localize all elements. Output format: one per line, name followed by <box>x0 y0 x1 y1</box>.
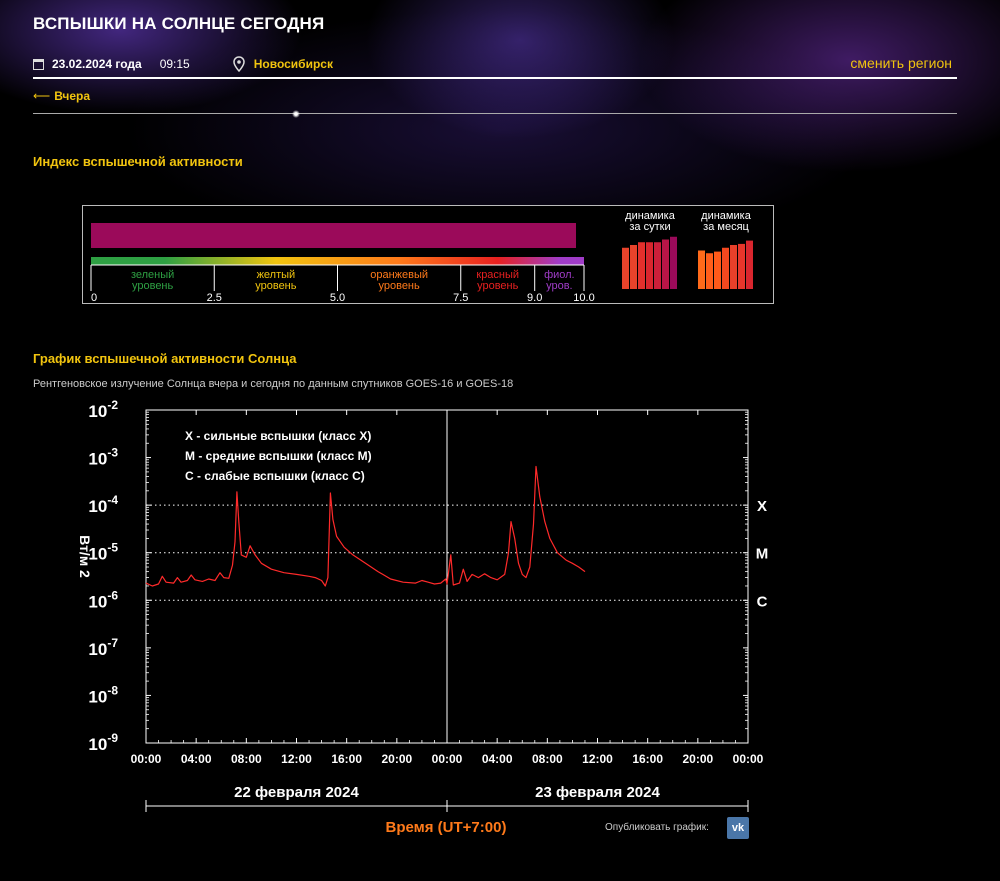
xray-flux-chart: 10-210-310-410-510-610-710-810-9Вт/м 2XM… <box>77 398 769 835</box>
level-label-line2: уровень <box>255 280 297 292</box>
legend-entry: X - сильные вспышки (класс X) <box>185 429 371 443</box>
monthly-bar <box>706 253 713 289</box>
nav-divider <box>33 113 957 114</box>
day-label: 23 февраля 2024 <box>535 784 660 801</box>
y-tick-label: 10-4 <box>88 493 118 516</box>
daily-bar <box>654 242 661 289</box>
level-label-line2: уровень <box>477 280 519 292</box>
star-sparkle <box>292 110 300 118</box>
header-divider <box>33 77 957 79</box>
current-time: 09:15 <box>159 57 190 71</box>
publish-label: Опубликовать график: <box>605 822 709 833</box>
yesterday-link[interactable]: ⟵ Вчера <box>33 89 90 103</box>
yesterday-label: Вчера <box>54 89 91 103</box>
flare-index-heading: Индекс вспышечной активности <box>33 154 243 169</box>
x-tick-label: 00:00 <box>733 752 764 766</box>
y-tick-label: 10-7 <box>88 636 118 659</box>
y-tick-label: 10-3 <box>88 446 118 469</box>
x-axis-label: Время (UT+7:00) <box>386 819 507 835</box>
scale-tick-label: 9.0 <box>527 292 542 303</box>
daily-label-line2: за сутки <box>629 221 670 233</box>
daily-bar <box>622 247 629 289</box>
level-label-line2: уровень <box>132 280 174 292</box>
monthly-bar <box>730 245 737 289</box>
y-tick-label: 10-8 <box>88 683 118 706</box>
y-tick-label: 10-2 <box>88 398 118 421</box>
monthly-bar <box>714 251 721 289</box>
x-tick-label: 16:00 <box>331 752 362 766</box>
day-label: 22 февраля 2024 <box>234 784 359 801</box>
scale-tick-label: 7.5 <box>453 292 468 303</box>
calendar-icon <box>33 58 44 70</box>
daily-bar <box>646 242 653 289</box>
class-label-c: C <box>757 593 768 610</box>
class-label-x: X <box>757 498 767 515</box>
x-tick-label: 04:00 <box>482 752 513 766</box>
current-date: 23.02.2024 года <box>52 57 142 71</box>
city-link[interactable]: Новосибирск <box>254 57 333 71</box>
legend-entry: M - средние вспышки (класс M) <box>185 449 372 463</box>
monthly-bar <box>738 243 745 289</box>
x-tick-label: 08:00 <box>231 752 262 766</box>
level-gradient-scale <box>91 257 584 265</box>
y-tick-label: 10-9 <box>88 731 118 754</box>
arrow-left-icon: ⟵ <box>33 89 51 103</box>
x-tick-label: 00:00 <box>432 752 463 766</box>
level-label-line2: уровень <box>378 280 420 292</box>
x-tick-label: 12:00 <box>281 752 312 766</box>
daily-bar <box>638 242 645 289</box>
x-tick-label: 08:00 <box>532 752 563 766</box>
location-pin-icon <box>232 56 245 72</box>
change-region-link[interactable]: сменить регион <box>850 55 952 71</box>
monthly-label-line2: за месяц <box>703 221 749 233</box>
flare-graph-subtitle: Рентгеновское излучение Солнца вчера и с… <box>33 378 514 390</box>
flare-index-panel: зеленый уровень желтый уровень оранжевый уров… <box>82 205 774 304</box>
x-tick-label: 00:00 <box>131 752 162 766</box>
y-axis-label: Вт/м 2 <box>77 535 93 578</box>
flare-index-graphic: зеленыйуровеньжелтыйуровеньоранжевыйуров… <box>90 210 753 304</box>
y-tick-label: 10-6 <box>88 588 118 611</box>
legend-entry: C - слабые вспышки (класс C) <box>185 469 365 483</box>
daily-bar <box>662 239 669 289</box>
class-label-m: M <box>756 546 769 563</box>
page-title: Вспышки на Солнце сегодня <box>33 14 325 33</box>
x-tick-label: 16:00 <box>632 752 663 766</box>
monthly-bar <box>722 247 729 289</box>
daily-bar <box>630 245 637 289</box>
x-tick-label: 20:00 <box>682 752 713 766</box>
scale-tick-label: 10.0 <box>573 292 594 303</box>
vk-share-button[interactable]: vk <box>727 817 749 839</box>
flare-index-bar <box>91 223 576 248</box>
level-label-line2: уров. <box>546 280 573 292</box>
date-location-bar: 23.02.2024 года 09:15 Новосибирск <box>33 56 333 72</box>
monthly-bar <box>746 240 753 289</box>
flare-graph-heading: График вспышечной активности Солнца <box>33 351 297 366</box>
scale-tick-label: 5.0 <box>330 292 345 303</box>
x-tick-label: 12:00 <box>582 752 613 766</box>
x-tick-label: 20:00 <box>381 752 412 766</box>
scale-tick-label: 0 <box>91 292 97 303</box>
x-tick-label: 04:00 <box>181 752 212 766</box>
daily-bar <box>670 236 677 289</box>
monthly-bar <box>698 250 705 289</box>
scale-tick-label: 2.5 <box>207 292 222 303</box>
